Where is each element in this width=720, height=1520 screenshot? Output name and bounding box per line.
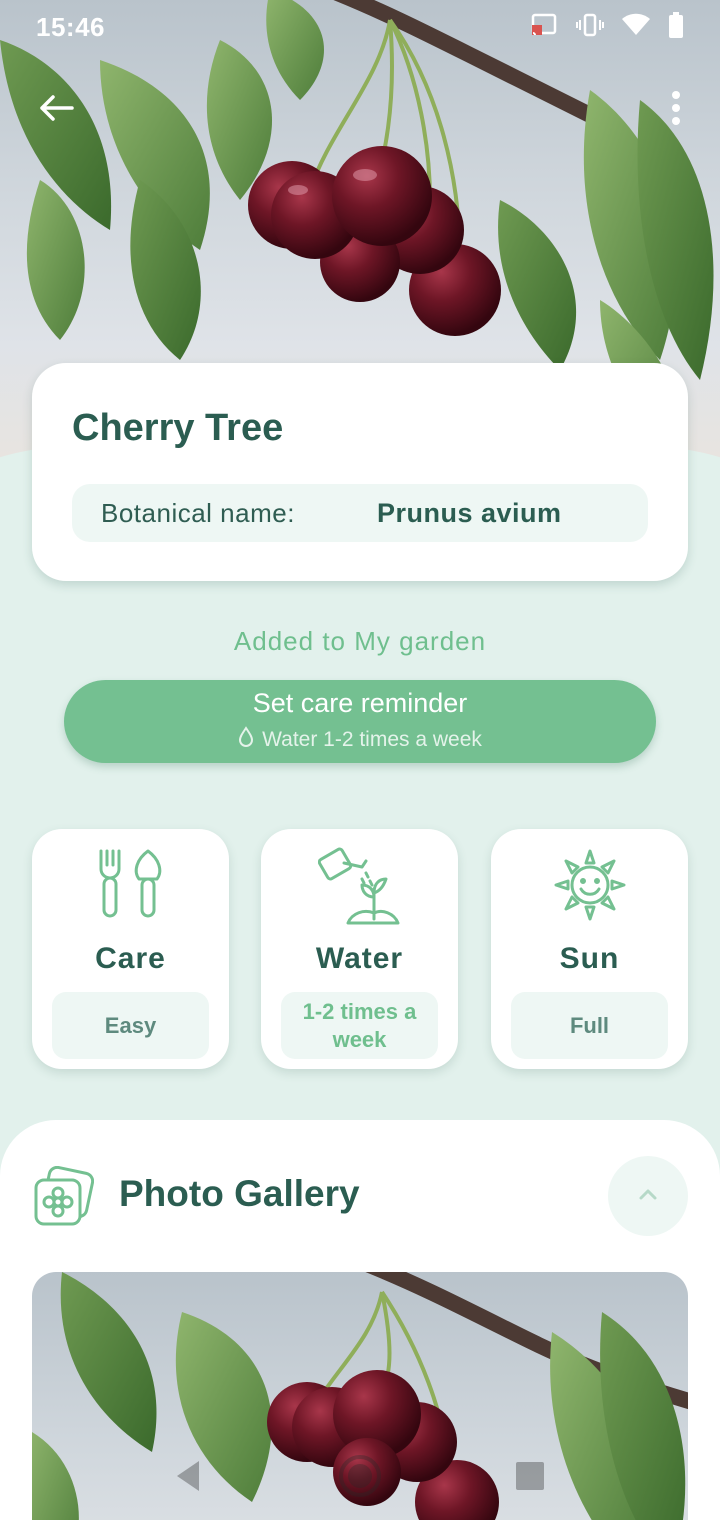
garden-status-text: Added to My garden xyxy=(233,626,487,656)
gallery-collapse-button[interactable] xyxy=(608,1156,688,1236)
back-button[interactable] xyxy=(30,86,82,134)
watering-can-icon xyxy=(261,847,458,925)
garden-tools-icon xyxy=(32,847,229,921)
wifi-icon xyxy=(622,13,650,42)
photo-flower-icon xyxy=(32,1165,95,1228)
status-time: 15:46 xyxy=(36,11,105,42)
nav-recents-button[interactable] xyxy=(508,1456,552,1500)
nav-back-button[interactable] xyxy=(166,1456,210,1500)
cast-icon xyxy=(530,13,558,42)
triangle-back-icon xyxy=(173,1459,203,1498)
more-vertical-icon xyxy=(671,90,681,131)
care-card[interactable]: Care Easy xyxy=(32,829,229,1069)
sun-icon xyxy=(491,847,688,921)
plant-title-card: Cherry Tree Botanical name: Prunus avium xyxy=(32,363,688,581)
square-recents-icon xyxy=(514,1460,546,1497)
nav-home-button[interactable] xyxy=(338,1454,382,1503)
plant-name: Cherry Tree xyxy=(72,407,284,449)
circle-home-icon xyxy=(338,1454,382,1503)
water-drop-icon xyxy=(238,726,254,754)
reminder-subtitle: Water 1-2 times a week xyxy=(262,728,482,751)
more-options-button[interactable] xyxy=(650,84,702,136)
water-title: Water xyxy=(315,942,404,975)
water-value: 1-2 times a week xyxy=(281,992,438,1059)
botanical-name-label: Botanical name: xyxy=(101,497,295,528)
sun-value: Full xyxy=(511,992,668,1059)
sun-title: Sun xyxy=(559,942,620,975)
water-card[interactable]: Water 1-2 times a week xyxy=(261,829,458,1069)
chevron-up-icon xyxy=(638,1187,658,1206)
battery-icon xyxy=(668,11,684,43)
status-bar: 15:46 xyxy=(0,0,720,54)
care-value: Easy xyxy=(52,992,209,1059)
reminder-title: Set care reminder xyxy=(252,688,468,718)
gallery-title: Photo Gallery xyxy=(119,1173,360,1214)
botanical-name-box: Botanical name: Prunus avium xyxy=(72,484,648,542)
sun-card[interactable]: Sun Full xyxy=(491,829,688,1069)
arrow-left-icon xyxy=(38,94,74,127)
reminder-subtitle-row: Water 1-2 times a week xyxy=(64,726,656,754)
set-care-reminder-button[interactable]: Set care reminder Water 1-2 times a week xyxy=(64,680,656,763)
vibrate-icon xyxy=(576,13,604,42)
system-navigation-bar xyxy=(0,1440,720,1520)
botanical-name-value: Prunus avium xyxy=(377,497,562,528)
care-title: Care xyxy=(95,942,166,975)
